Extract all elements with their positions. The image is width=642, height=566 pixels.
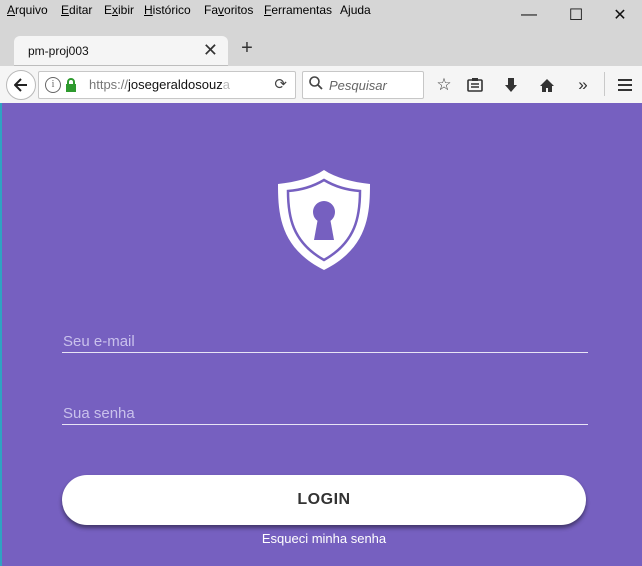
email-input[interactable] (62, 331, 588, 353)
lock-icon (66, 78, 76, 92)
menu-item-arquivo[interactable]: Arquivo (7, 3, 48, 17)
close-window-button[interactable]: ✕ (597, 0, 642, 30)
password-field (62, 403, 588, 425)
new-tab-button[interactable]: + (236, 37, 258, 59)
home-icon[interactable] (535, 73, 559, 97)
search-input[interactable]: Pesquisar (302, 71, 424, 99)
menu-item-favoritos[interactable]: Favoritos (204, 3, 253, 17)
browser-chrome: Arquivo Editar Exibir Histórico Favorito… (0, 0, 642, 104)
left-edge-strip (0, 103, 2, 566)
search-icon (309, 76, 323, 90)
hamburger-menu-icon[interactable] (613, 73, 637, 97)
bookmark-star-icon[interactable]: ☆ (432, 73, 456, 97)
menu-item-historico[interactable]: Histórico (144, 3, 191, 17)
menu-item-exibir[interactable]: Exibir (104, 3, 134, 17)
email-field (62, 331, 588, 353)
maximize-button[interactable]: ☐ (553, 0, 599, 30)
overflow-icon[interactable]: » (571, 73, 595, 97)
toolbar-divider (604, 72, 605, 96)
login-button[interactable]: LOGIN (62, 475, 586, 525)
password-input[interactable] (62, 403, 588, 425)
tab-pm-proj003[interactable]: pm-proj003 ✕ (14, 36, 228, 66)
menu-item-ajuda[interactable]: Ajuda (340, 3, 371, 17)
info-icon[interactable]: i (45, 77, 61, 93)
forgot-password-link[interactable]: Esqueci minha senha (0, 531, 642, 546)
url-text: https://josegeraldosouza (89, 77, 230, 92)
navigation-toolbar: i https://josegeraldosouza ⟳ Pesquisar ☆… (0, 66, 642, 104)
menu-item-editar[interactable]: Editar (61, 3, 92, 17)
back-arrow-icon[interactable] (6, 70, 36, 100)
tab-title: pm-proj003 (28, 44, 89, 58)
search-placeholder: Pesquisar (329, 78, 387, 93)
reading-list-icon[interactable] (463, 73, 487, 97)
minimize-button[interactable]: — (506, 0, 552, 30)
address-bar[interactable]: i https://josegeraldosouza ⟳ (38, 71, 296, 99)
reload-icon[interactable]: ⟳ (274, 75, 287, 93)
shield-lock-icon (278, 170, 370, 270)
download-icon[interactable] (499, 73, 523, 97)
login-page: LOGIN Esqueci minha senha (0, 103, 642, 566)
tab-close-icon[interactable]: ✕ (203, 40, 218, 60)
tab-strip: pm-proj003 ✕ + (0, 34, 642, 66)
menu-item-ferramentas[interactable]: Ferramentas (264, 3, 332, 17)
